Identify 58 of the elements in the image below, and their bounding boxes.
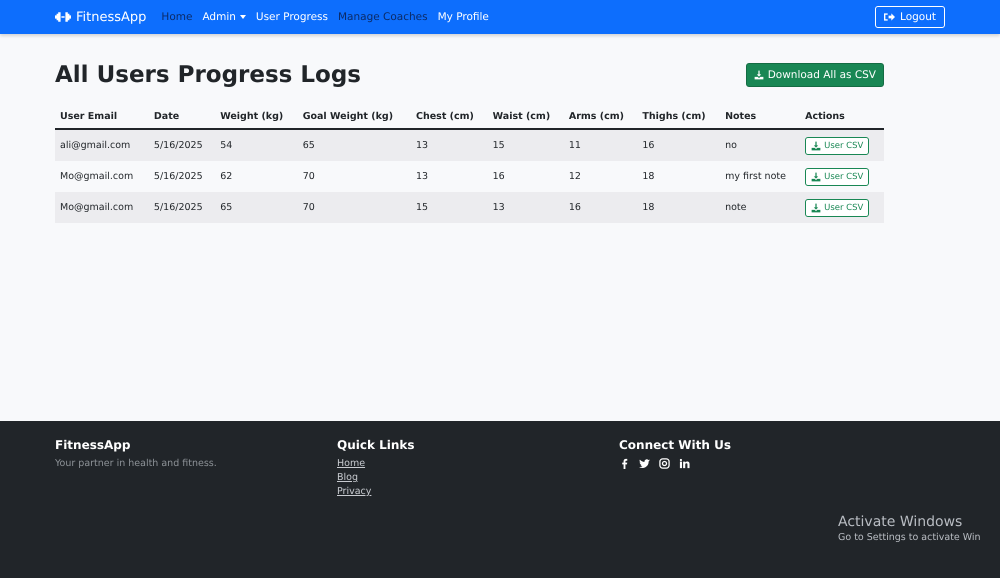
nav-link[interactable]: User Progress bbox=[250, 11, 333, 23]
nav-link[interactable]: Home bbox=[156, 11, 198, 23]
table-cell: note bbox=[720, 192, 800, 223]
nav-link[interactable]: My Profile bbox=[432, 11, 494, 23]
download-icon bbox=[811, 172, 822, 182]
footer-link[interactable]: Privacy bbox=[337, 486, 619, 497]
table-cell: 5/16/2025 bbox=[148, 161, 216, 192]
footer-link[interactable]: Home bbox=[337, 458, 619, 469]
footer-heading: Quick Links bbox=[337, 438, 416, 452]
page-title: All Users Progress Logs bbox=[55, 62, 361, 88]
table-cell: 62 bbox=[215, 161, 298, 192]
sign-out-icon bbox=[884, 12, 896, 22]
linkedin-icon[interactable] bbox=[679, 458, 690, 469]
table-cell: 70 bbox=[298, 161, 411, 192]
table-cell: 65 bbox=[215, 192, 298, 223]
table-cell: no bbox=[720, 129, 800, 161]
table-cell: 12 bbox=[564, 161, 638, 192]
table-cell: 15 bbox=[410, 192, 488, 223]
facebook-icon[interactable] bbox=[619, 458, 630, 469]
table-cell: 16 bbox=[564, 192, 638, 223]
logout-button[interactable]: Logout bbox=[875, 6, 945, 28]
nav-link[interactable]: Manage Coaches bbox=[333, 11, 433, 23]
table-cell: 13 bbox=[488, 192, 564, 223]
table-cell: ali@gmail.com bbox=[55, 129, 149, 161]
table-cell: 16 bbox=[488, 161, 564, 192]
table-cell: 5/16/2025 bbox=[148, 192, 216, 223]
table-cell: 70 bbox=[298, 192, 411, 223]
user-csv-button[interactable]: User CSV bbox=[805, 136, 870, 154]
activation-hint: Go to Settings to activate Win bbox=[838, 532, 981, 543]
footer-brand: FitnessApp bbox=[55, 438, 132, 452]
nav-link[interactable]: Admin bbox=[197, 11, 251, 23]
table-cell: my first note bbox=[720, 161, 800, 192]
download-all-button[interactable]: Download All as CSV bbox=[746, 63, 884, 87]
table-cell: 11 bbox=[564, 129, 638, 161]
table-cell: 18 bbox=[637, 192, 720, 223]
table-cell: 15 bbox=[488, 129, 564, 161]
twitter-icon[interactable] bbox=[639, 458, 650, 469]
table-cell: Mo@gmail.com bbox=[55, 161, 149, 192]
footer-heading: Connect With Us bbox=[619, 438, 732, 452]
footer-tagline: Your partner in health and fitness. bbox=[55, 458, 218, 469]
table-cell: 18 bbox=[637, 161, 720, 192]
table-cell: 65 bbox=[298, 129, 411, 161]
download-icon bbox=[811, 140, 822, 150]
download-icon bbox=[754, 70, 764, 80]
brand-link[interactable]: FitnessApp bbox=[55, 10, 146, 24]
table-cell: 54 bbox=[215, 129, 298, 161]
table-cell: 5/16/2025 bbox=[148, 129, 216, 161]
user-csv-button[interactable]: User CSV bbox=[805, 198, 870, 216]
footer-link[interactable]: Blog bbox=[337, 472, 619, 483]
table-cell: 13 bbox=[410, 129, 488, 161]
activation-title: Activate Windows bbox=[838, 514, 964, 530]
user-csv-button[interactable]: User CSV bbox=[805, 168, 870, 186]
instagram-icon[interactable] bbox=[659, 458, 670, 469]
dumbbell-icon bbox=[55, 11, 71, 23]
table-cell: 13 bbox=[410, 161, 488, 192]
table-cell: 16 bbox=[637, 129, 720, 161]
table-cell: Mo@gmail.com bbox=[55, 192, 149, 223]
download-icon bbox=[811, 202, 822, 212]
